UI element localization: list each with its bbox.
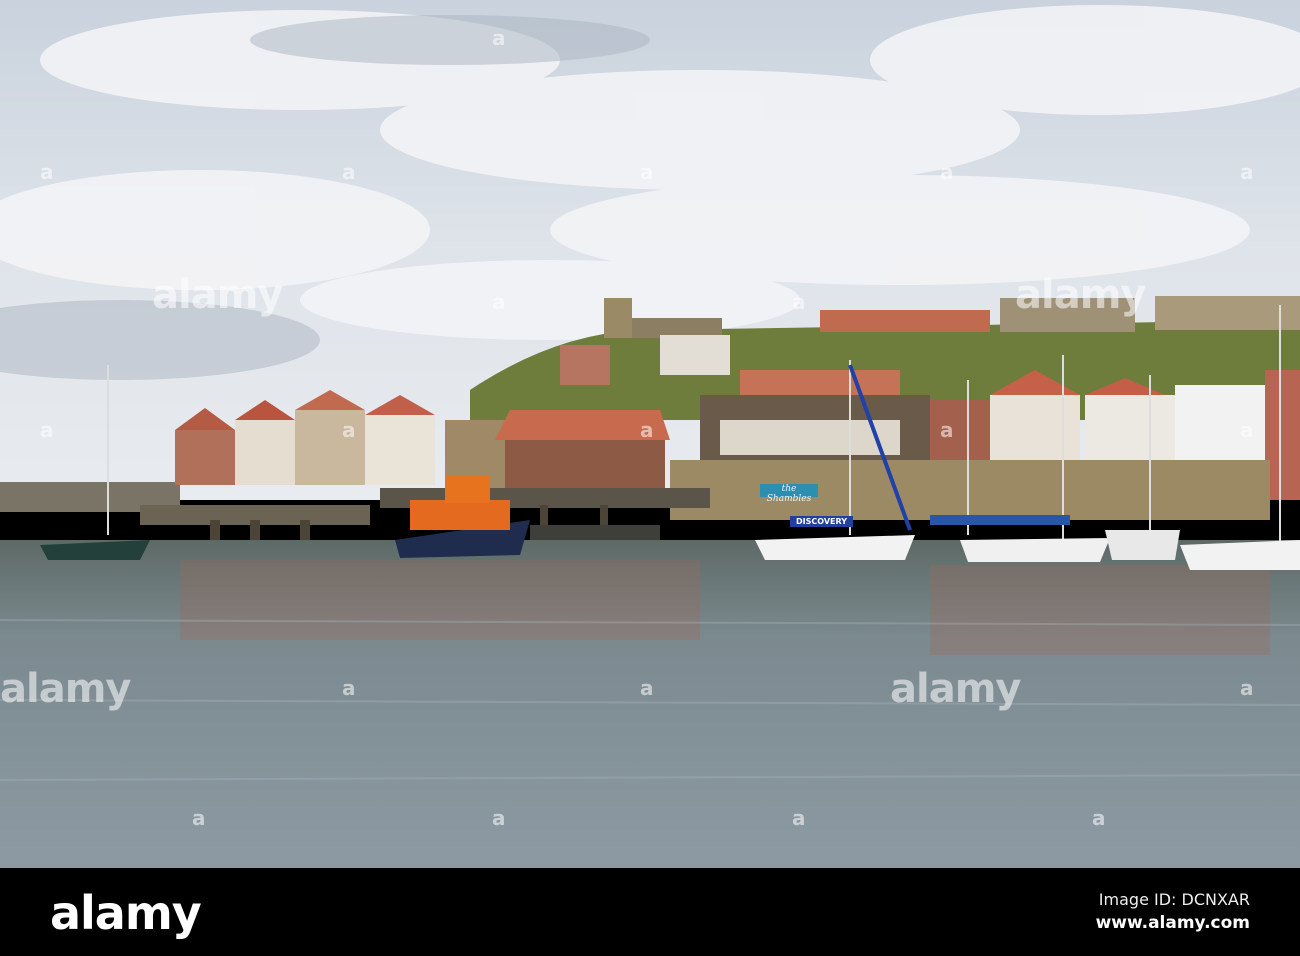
watermark-mark: a bbox=[40, 160, 54, 184]
watermark-mark: a bbox=[492, 290, 506, 314]
watermark-mark: a bbox=[792, 806, 806, 830]
alamy-logo: alamy bbox=[50, 886, 202, 940]
watermark-mark: a bbox=[940, 418, 954, 442]
watermark-mark: a bbox=[342, 418, 356, 442]
watermark-mark: a bbox=[640, 160, 654, 184]
website-link[interactable]: www.alamy.com bbox=[1096, 913, 1250, 933]
watermark: alamy bbox=[1015, 272, 1146, 318]
shambles-sign: the Shambles bbox=[760, 484, 818, 504]
watermark-mark: a bbox=[192, 806, 206, 830]
footer-bar: alamy Image ID: DCNXAR www.alamy.com bbox=[0, 868, 1300, 956]
watermark: alamy bbox=[0, 666, 131, 712]
image-id: Image ID: DCNXAR bbox=[1098, 890, 1250, 909]
watermark-mark: a bbox=[792, 290, 806, 314]
discovery-boat-label: DISCOVERY bbox=[790, 516, 854, 527]
watermark-mark: a bbox=[1092, 806, 1106, 830]
watermark-mark: a bbox=[342, 676, 356, 700]
watermark-mark: a bbox=[1240, 418, 1254, 442]
watermark-mark: a bbox=[492, 806, 506, 830]
watermark-mark: a bbox=[1240, 160, 1254, 184]
watermark: alamy bbox=[152, 272, 283, 318]
watermark-mark: a bbox=[940, 160, 954, 184]
watermark-mark: a bbox=[640, 676, 654, 700]
watermark-mark: a bbox=[1240, 676, 1254, 700]
watermark-mark: a bbox=[342, 160, 356, 184]
watermark-mark: a bbox=[640, 418, 654, 442]
watermark-mark: a bbox=[492, 26, 506, 50]
watermark-mark: a bbox=[40, 418, 54, 442]
stock-photo: the Shambles DISCOVERY alamy alamy alamy… bbox=[0, 0, 1300, 956]
watermark: alamy bbox=[890, 666, 1021, 712]
